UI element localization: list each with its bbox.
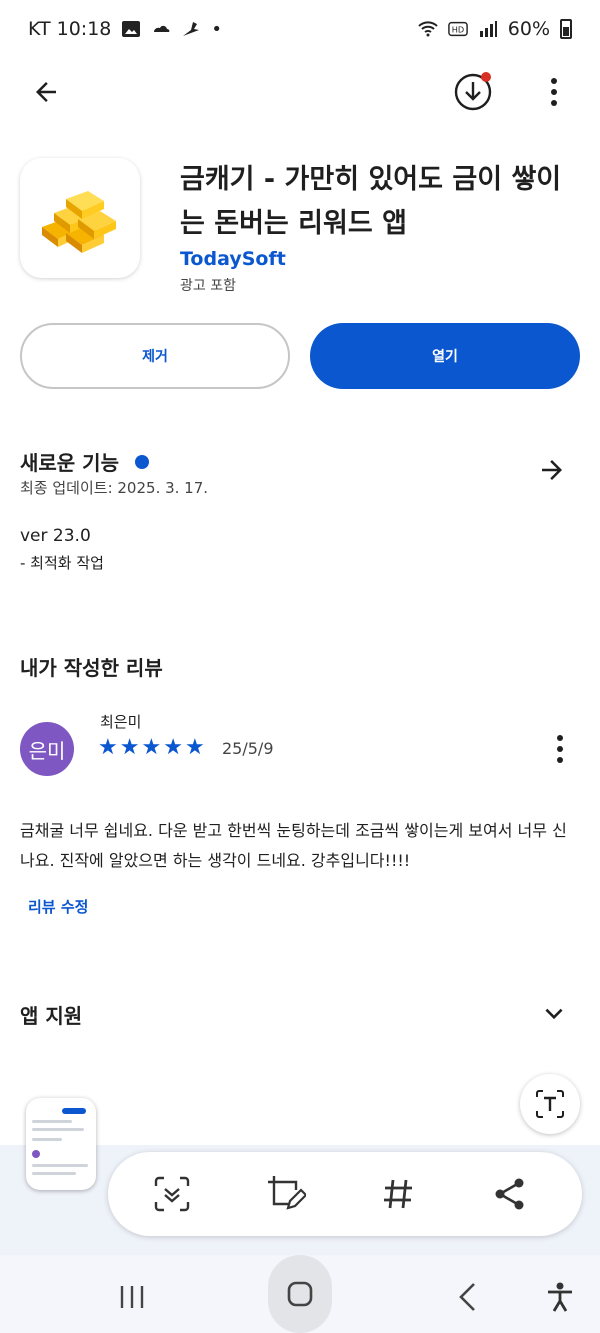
share-button[interactable]: [486, 1170, 534, 1218]
tag-button[interactable]: [374, 1170, 422, 1218]
reviewer-name: 최은미: [100, 713, 142, 731]
new-indicator-dot: [134, 454, 149, 469]
arrow-forward-icon: [542, 460, 562, 480]
svg-text:HD: HD: [452, 25, 464, 35]
recent-apps-button[interactable]: [104, 1269, 160, 1325]
edit-capture-button[interactable]: [262, 1170, 310, 1218]
more-vert-icon: [551, 78, 557, 106]
chevron-left-icon: [459, 1283, 475, 1311]
thumbnail-button-shape: [62, 1108, 86, 1114]
nav-back-button[interactable]: [440, 1269, 496, 1325]
notification-dot-icon: •: [211, 18, 223, 40]
ads-label: 광고 포함: [180, 278, 236, 294]
whats-new-title: 새로운 기능: [20, 451, 119, 475]
recent-apps-icon: [120, 1286, 144, 1308]
accessibility-button[interactable]: [532, 1269, 588, 1325]
avatar: 은미: [20, 722, 74, 776]
status-bar: KT 10:18 • HD 60%: [0, 0, 600, 58]
star-icon: ★: [141, 735, 162, 760]
thumbnail-line: [32, 1138, 62, 1141]
hd-icon: HD: [447, 21, 468, 37]
crop-edit-icon: [268, 1176, 306, 1210]
star-icon: ★: [184, 735, 205, 760]
chevron-down-icon: [545, 1008, 563, 1020]
accessibility-icon: [548, 1282, 572, 1312]
text-scan-icon: [536, 1090, 564, 1118]
review-more-button[interactable]: [536, 725, 584, 773]
thumbnail-line: [32, 1164, 88, 1167]
whats-new-arrow-button[interactable]: [528, 446, 576, 494]
star-icon: ★: [98, 735, 118, 760]
app-support-title[interactable]: 앱 지원: [20, 1000, 82, 1029]
star-icon: ★: [163, 735, 183, 760]
star-icon: ★: [119, 735, 140, 760]
status-right: HD 60%: [418, 18, 572, 40]
back-button[interactable]: [22, 68, 70, 116]
app-title: 금캐기 - 가만히 있어도 금이 쌓이는 돈버는 리워드 앱: [180, 164, 562, 239]
cloud-icon: [154, 25, 170, 32]
thumbnail-avatar: [32, 1150, 40, 1158]
thumbnail-line: [32, 1128, 84, 1131]
scroll-capture-icon: [154, 1176, 190, 1212]
arrow-back-icon: [36, 82, 56, 102]
change-note: - 최적화 작업: [20, 554, 104, 572]
developer-link[interactable]: TodaySoft: [180, 248, 286, 270]
extract-text-button[interactable]: [520, 1074, 580, 1134]
download-badge: [481, 72, 491, 82]
battery-icon: [560, 19, 572, 39]
gallery-icon: [122, 21, 141, 37]
more-vert-icon: [557, 735, 563, 763]
more-options-button[interactable]: [530, 68, 578, 116]
share-icon: [495, 1178, 524, 1210]
scroll-capture-button[interactable]: [148, 1170, 196, 1218]
bird-icon: [183, 22, 200, 36]
thumbnail-line: [32, 1120, 72, 1123]
home-icon: [287, 1281, 313, 1307]
thumbnail-line: [32, 1172, 76, 1175]
my-review-title: 내가 작성한 리뷰: [20, 656, 163, 680]
carrier-time: KT 10:18: [28, 18, 112, 40]
wifi-icon: [418, 21, 438, 37]
review-date: 25/5/9: [222, 739, 274, 758]
app-icon: [20, 158, 140, 278]
version-text: ver 23.0: [20, 526, 91, 546]
screenshot-thumbnail[interactable]: [26, 1098, 96, 1190]
home-button[interactable]: [268, 1255, 332, 1333]
whats-new-header[interactable]: 새로운 기능: [20, 447, 149, 476]
uninstall-button[interactable]: 제거: [20, 323, 290, 389]
hashtag-icon: [384, 1179, 412, 1209]
edit-review-link[interactable]: 리뷰 수정: [28, 896, 88, 917]
system-nav-bar: [0, 1255, 600, 1333]
status-left: KT 10:18 •: [28, 18, 222, 40]
last-updated: 최종 업데이트: 2025. 3. 17.: [20, 479, 209, 497]
download-button[interactable]: [449, 68, 497, 116]
battery-percent: 60%: [507, 18, 550, 40]
screenshot-toolbar: [108, 1152, 582, 1236]
open-button[interactable]: 열기: [310, 323, 580, 389]
gold-bars-icon: [42, 191, 116, 253]
app-support-expand-button[interactable]: [530, 990, 578, 1038]
signal-icon: [479, 21, 497, 37]
review-text: 금채굴 너무 쉽네요. 다운 받고 한번씩 눈팅하는데 조금씩 쌓이는게 보여서…: [20, 821, 567, 870]
star-rating: ★ ★ ★ ★ ★: [98, 737, 205, 759]
app-bar: [0, 62, 600, 122]
